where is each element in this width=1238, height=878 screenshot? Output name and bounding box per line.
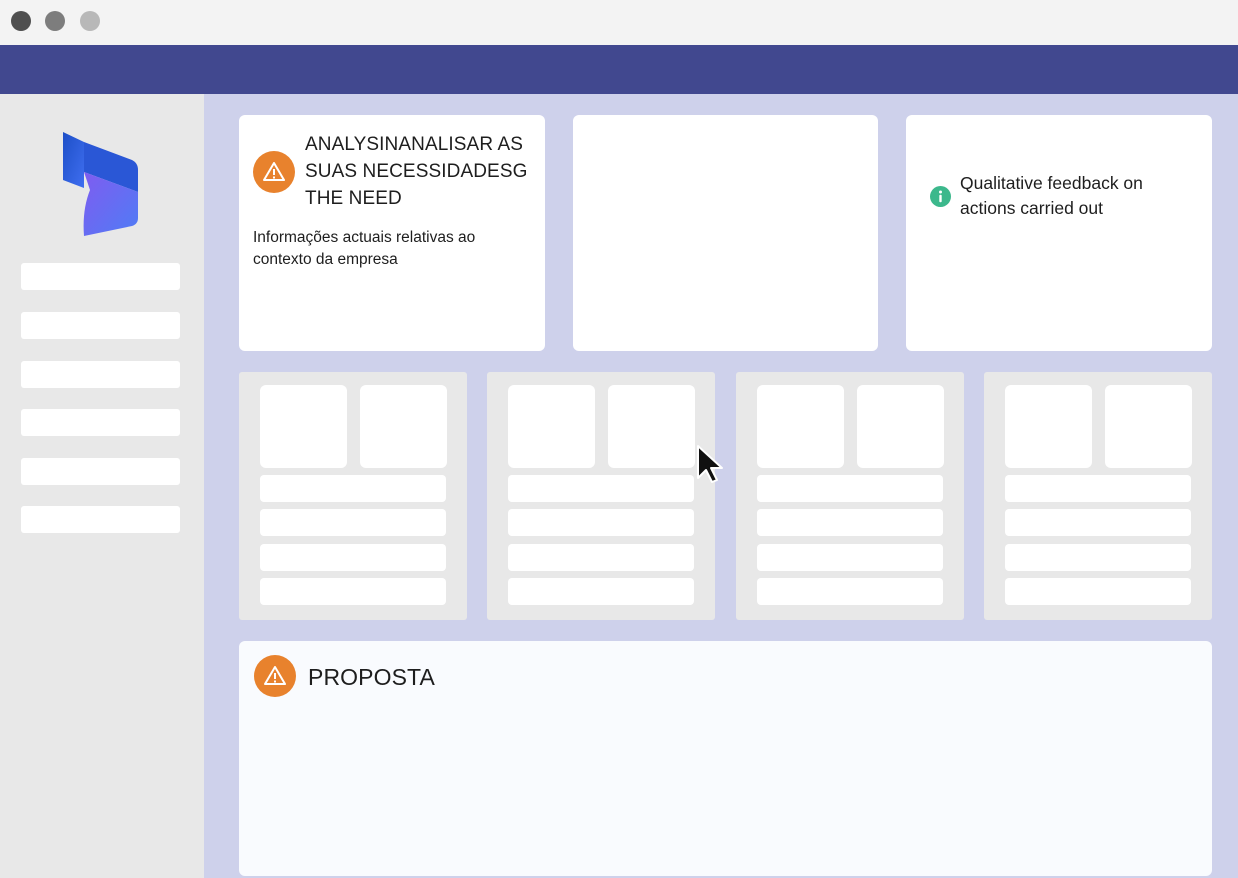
panel-row[interactable] bbox=[757, 544, 943, 571]
panel-row[interactable] bbox=[1005, 578, 1191, 605]
panel-row[interactable] bbox=[757, 578, 943, 605]
panel-tile[interactable] bbox=[1005, 385, 1092, 468]
panel-row[interactable] bbox=[508, 544, 694, 571]
analysis-text-line-1: Informações actuais relativas ao bbox=[253, 229, 476, 246]
info-icon bbox=[930, 186, 951, 207]
proposal-title: PROPOSTA bbox=[308, 664, 435, 690]
panel-row[interactable] bbox=[508, 509, 694, 536]
feedback-text-line-1: Qualitative feedback on bbox=[960, 173, 1143, 193]
mouse-pointer-icon bbox=[697, 445, 723, 483]
panel-2[interactable] bbox=[487, 372, 715, 620]
panel-row[interactable] bbox=[260, 509, 446, 536]
panel-row[interactable] bbox=[260, 475, 446, 502]
analysis-title-line-1: ANALYSINANALISAR AS bbox=[305, 134, 524, 155]
panel-row[interactable] bbox=[260, 578, 446, 605]
panel-tile[interactable] bbox=[857, 385, 944, 468]
proposal-card[interactable]: PROPOSTA bbox=[239, 641, 1212, 876]
panel-tile[interactable] bbox=[260, 385, 347, 468]
panel-tile[interactable] bbox=[360, 385, 447, 468]
panel-row[interactable] bbox=[508, 475, 694, 502]
warning-icon bbox=[254, 655, 296, 697]
panel-3[interactable] bbox=[736, 372, 964, 620]
panel-tile[interactable] bbox=[1105, 385, 1192, 468]
feedback-card[interactable]: Qualitative feedback on actions carried … bbox=[906, 115, 1212, 351]
analysis-title-line-3: THE NEED bbox=[305, 188, 402, 209]
analysis-card[interactable]: ANALYSINANALISAR AS SUAS NECESSIDADESG T… bbox=[239, 115, 545, 351]
app-top-bar bbox=[0, 45, 1238, 94]
panel-tile[interactable] bbox=[757, 385, 844, 468]
panel-1[interactable] bbox=[239, 372, 467, 620]
panel-row[interactable] bbox=[1005, 509, 1191, 536]
panel-row[interactable] bbox=[260, 544, 446, 571]
analysis-text-line-2: contexto da empresa bbox=[253, 251, 398, 268]
sidebar-item-2[interactable] bbox=[21, 312, 180, 339]
analysis-title-line-2: SUAS NECESSIDADESG bbox=[305, 161, 528, 182]
panel-tile[interactable] bbox=[608, 385, 695, 468]
window-titlebar bbox=[0, 0, 1238, 45]
window-maximize-button[interactable] bbox=[80, 11, 100, 31]
panel-row[interactable] bbox=[1005, 475, 1191, 502]
panel-tile[interactable] bbox=[508, 385, 595, 468]
panel-row[interactable] bbox=[757, 509, 943, 536]
panel-4[interactable] bbox=[984, 372, 1212, 620]
sidebar-item-3[interactable] bbox=[21, 361, 180, 388]
feedback-text-line-2: actions carried out bbox=[960, 198, 1103, 218]
panel-row[interactable] bbox=[508, 578, 694, 605]
window-minimize-button[interactable] bbox=[45, 11, 65, 31]
sidebar-item-6[interactable] bbox=[21, 506, 180, 533]
sidebar-item-1[interactable] bbox=[21, 263, 180, 290]
dynamics-logo-icon bbox=[63, 132, 138, 236]
sidebar-item-5[interactable] bbox=[21, 458, 180, 485]
warning-icon bbox=[253, 151, 295, 193]
empty-card[interactable] bbox=[573, 115, 878, 351]
sidebar-item-4[interactable] bbox=[21, 409, 180, 436]
panel-row[interactable] bbox=[757, 475, 943, 502]
window-close-button[interactable] bbox=[11, 11, 31, 31]
panel-row[interactable] bbox=[1005, 544, 1191, 571]
